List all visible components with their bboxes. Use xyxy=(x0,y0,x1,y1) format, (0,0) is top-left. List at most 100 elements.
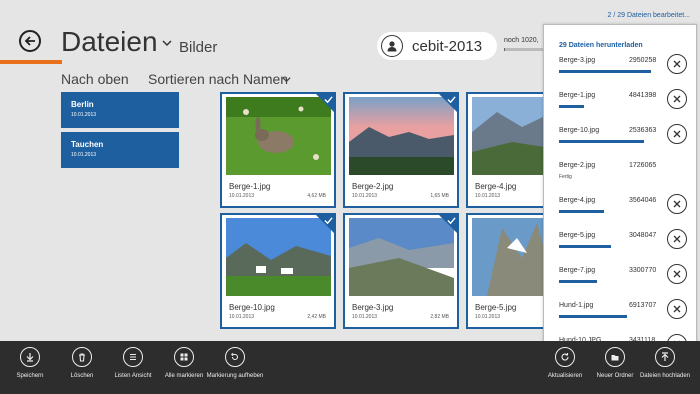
download-file-name: Berge-2.jpg xyxy=(559,162,596,169)
quota-text: noch 1020, xyxy=(504,37,539,44)
download-file-size: 6913707 xyxy=(629,302,657,309)
download-file-name: Berge-1.jpg xyxy=(559,92,596,99)
folder-name: Berlin xyxy=(71,100,94,109)
download-item: Berge-4.jpg 3564046 xyxy=(559,194,689,227)
download-progress-bar xyxy=(559,140,659,143)
check-icon xyxy=(324,96,333,104)
download-file-name: Berge-7.jpg xyxy=(559,267,596,274)
download-item: Hund-1.jpg 6913707 xyxy=(559,299,689,332)
folder-tauchen[interactable]: Tauchen 10.01.2013 xyxy=(61,132,179,168)
file-size: 4,62 MB xyxy=(307,193,326,199)
download-file-name: Hund-1.jpg xyxy=(559,302,594,309)
download-progress-fill xyxy=(559,280,597,283)
download-progress-fill xyxy=(559,140,644,143)
download-file-size: 2950258 xyxy=(629,57,657,64)
file-tile-berge-2[interactable]: Berge-2.jpg 10.01.2013 1,65 MB xyxy=(343,92,459,208)
download-icon xyxy=(20,347,40,367)
select-all-icon xyxy=(174,347,194,367)
page-title: Dateien xyxy=(61,26,158,57)
file-date: 10.01.2013 xyxy=(475,314,501,320)
download-panel-title: 29 Dateien herunterladen xyxy=(559,42,643,49)
file-name: Berge-2.jpg xyxy=(352,182,394,191)
account-box[interactable]: cebit-2013 xyxy=(377,32,497,60)
download-item: Berge-5.jpg 3048047 xyxy=(559,229,689,262)
refresh-icon xyxy=(555,347,575,367)
download-item: Berge-3.jpg 2950258 xyxy=(559,54,689,87)
cancel-download-button[interactable] xyxy=(667,299,687,319)
file-size: 1,65 MB xyxy=(430,193,449,199)
list-icon xyxy=(123,347,143,367)
upload-icon xyxy=(655,347,675,367)
download-progress-fill xyxy=(559,245,611,248)
download-file-name: Berge-4.jpg xyxy=(559,197,596,204)
download-item: Berge-2.jpg 1726065 Fertig xyxy=(559,162,689,192)
file-date: 10.01.2013 xyxy=(352,193,378,199)
arrow-left-icon xyxy=(24,36,35,46)
file-name: Berge-1.jpg xyxy=(229,182,271,191)
accent-bar xyxy=(0,60,62,64)
download-done-text: Fertig xyxy=(559,174,572,180)
file-tile-berge-1[interactable]: Berge-1.jpg 10.01.2013 4,62 MB xyxy=(220,92,336,208)
file-name: Berge-3.jpg xyxy=(352,303,394,312)
download-item: Berge-10.jpg 2536363 xyxy=(559,124,689,157)
sort-dropdown[interactable]: Sortieren nach Namen xyxy=(148,71,288,87)
cancel-download-button[interactable] xyxy=(667,229,687,249)
download-item: Berge-1.jpg 4841398 xyxy=(559,89,689,122)
file-name: Berge-10.jpg xyxy=(229,303,275,312)
user-icon xyxy=(381,35,403,57)
close-icon xyxy=(673,95,681,103)
upload-label: Dateien hochladen xyxy=(639,373,691,379)
file-size: 2,82 MB xyxy=(430,314,449,320)
download-progress-bar xyxy=(559,210,659,213)
file-date: 10.01.2013 xyxy=(475,193,501,199)
cancel-download-button[interactable] xyxy=(667,54,687,74)
download-status[interactable]: 2 / 29 Dateien bearbeitet... xyxy=(608,12,691,19)
cancel-download-button[interactable] xyxy=(667,89,687,109)
nav-up-link[interactable]: Nach oben xyxy=(61,71,129,87)
close-icon xyxy=(673,60,681,68)
download-file-size: 2536363 xyxy=(629,127,657,134)
upload-button[interactable]: Dateien hochladen xyxy=(635,347,695,380)
cancel-download-button[interactable] xyxy=(667,264,687,284)
save-button[interactable]: Speichern xyxy=(0,347,60,380)
download-progress-fill xyxy=(559,70,651,73)
folder-berlin[interactable]: Berlin 10.01.2013 xyxy=(61,92,179,128)
download-progress-bar xyxy=(559,245,659,248)
download-item: Berge-7.jpg 3300770 xyxy=(559,264,689,297)
close-icon xyxy=(673,235,681,243)
download-file-name: Berge-5.jpg xyxy=(559,232,596,239)
download-file-size: 3048047 xyxy=(629,232,657,239)
download-file-size: 3564046 xyxy=(629,197,657,204)
page-subtitle: Bilder xyxy=(179,39,218,56)
file-date: 10.01.2013 xyxy=(229,314,255,320)
download-file-size: 1726065 xyxy=(629,162,657,169)
file-date: 10.01.2013 xyxy=(352,314,378,320)
app-bar: Speichern Löschen Listen Ansicht Alle ma… xyxy=(0,341,700,394)
download-progress-bar xyxy=(559,280,659,283)
close-icon xyxy=(673,200,681,208)
download-progress-fill xyxy=(559,105,584,108)
sort-chevron-icon[interactable] xyxy=(282,75,291,84)
file-name: Berge-5.jpg xyxy=(475,303,517,312)
chevron-down-icon[interactable] xyxy=(162,38,172,48)
download-file-name: Berge-10.jpg xyxy=(559,127,600,134)
folder-date: 10.01.2013 xyxy=(71,152,97,158)
download-progress-bar xyxy=(559,315,659,318)
save-label: Speichern xyxy=(16,373,44,379)
cancel-download-button[interactable] xyxy=(667,194,687,214)
clear-selection-label: Markierung aufheben xyxy=(206,373,264,379)
download-progress-fill xyxy=(559,315,627,318)
back-button[interactable] xyxy=(19,30,41,52)
trash-icon xyxy=(72,347,92,367)
cancel-download-button[interactable] xyxy=(667,124,687,144)
check-icon xyxy=(324,217,333,225)
check-icon xyxy=(447,217,456,225)
file-size: 2,42 MB xyxy=(307,314,326,320)
file-tile-berge-3[interactable]: Berge-3.jpg 10.01.2013 2,82 MB xyxy=(343,213,459,329)
file-tile-berge-10[interactable]: Berge-10.jpg 10.01.2013 2,42 MB xyxy=(220,213,336,329)
clear-selection-button[interactable]: Markierung aufheben xyxy=(205,347,265,380)
file-date: 10.01.2013 xyxy=(229,193,255,199)
check-icon xyxy=(447,96,456,104)
folder-date: 10.01.2013 xyxy=(71,112,97,118)
clear-selection-icon xyxy=(225,347,245,367)
